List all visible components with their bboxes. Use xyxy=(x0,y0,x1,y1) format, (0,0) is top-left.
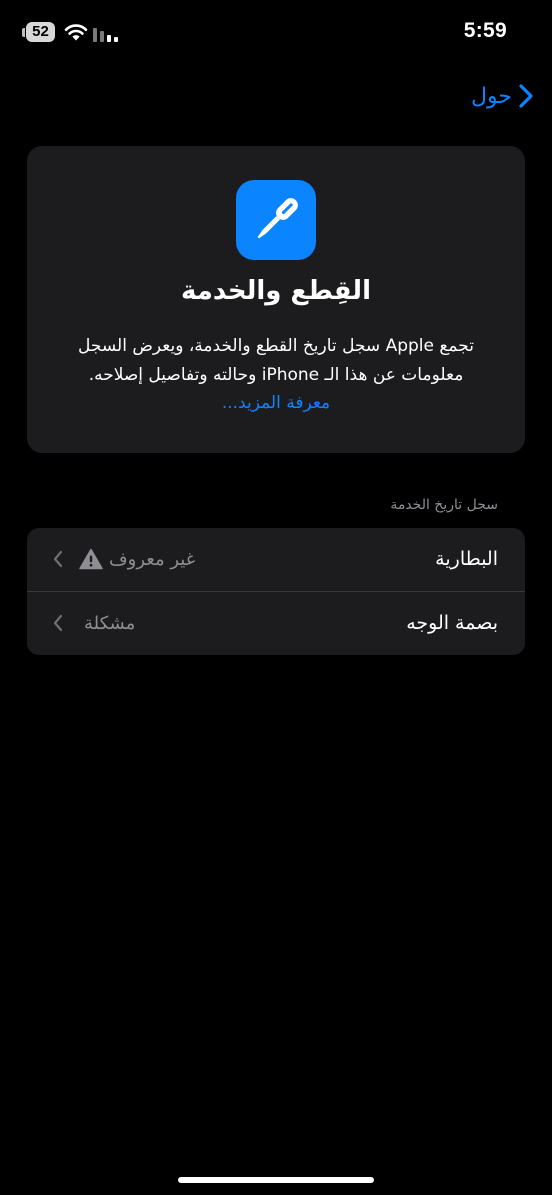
chevron-left-icon xyxy=(53,550,63,568)
screwdriver-icon xyxy=(236,180,316,260)
battery-indicator: 52 xyxy=(22,22,55,42)
parts-service-card: القِطع والخدمة تجمع Apple سجل تاريخ القط… xyxy=(27,146,525,453)
description-line: معلومات عن هذا الـ iPhone وحالته وتفاصيل… xyxy=(88,365,464,385)
chevron-left-icon xyxy=(53,614,63,632)
list-item-battery[interactable]: البطارية غير معروف xyxy=(27,528,525,592)
status-time: 5:59 xyxy=(463,19,507,42)
service-history-list: البطارية غير معروف بصمة الوجه مشكلة xyxy=(27,528,525,655)
list-item-face-id[interactable]: بصمة الوجه مشكلة xyxy=(27,592,525,655)
status-bar: 52 5:59 xyxy=(0,0,552,68)
battery-nub xyxy=(22,27,25,37)
wifi-icon xyxy=(64,24,88,41)
back-button-label: حول xyxy=(471,83,512,109)
battery-level: 52 xyxy=(26,22,55,42)
description-line: تجمع Apple سجل تاريخ القطع والخدمة، ويعر… xyxy=(78,336,474,356)
row-status-value: غير معروف xyxy=(109,549,196,570)
back-button[interactable]: حول xyxy=(471,78,534,114)
cellular-signal-icon xyxy=(93,28,118,42)
warning-icon xyxy=(79,548,103,570)
learn-more-link[interactable]: معرفة المزيد... xyxy=(27,393,525,413)
page-title: القِطع والخدمة xyxy=(181,276,371,306)
description: تجمع Apple سجل تاريخ القطع والخدمة، ويعر… xyxy=(51,332,501,390)
row-status-value: مشكلة xyxy=(84,613,136,634)
home-indicator[interactable] xyxy=(178,1177,374,1183)
row-title: بصمة الوجه xyxy=(406,612,498,634)
section-header: سجل تاريخ الخدمة xyxy=(390,497,498,513)
chevron-right-icon xyxy=(519,84,533,108)
row-title: البطارية xyxy=(435,548,498,570)
